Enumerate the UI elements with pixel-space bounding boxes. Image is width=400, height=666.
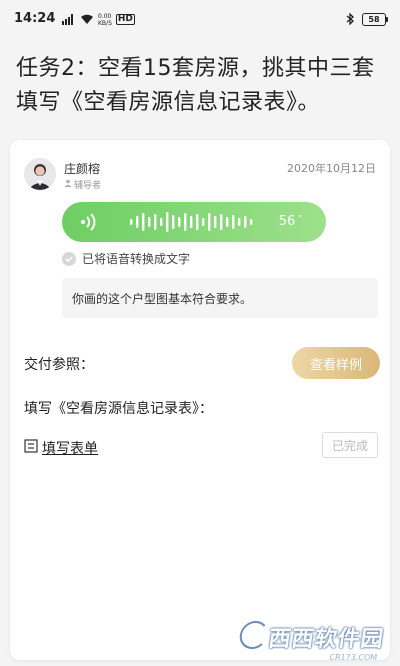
status-right-icons: 58 xyxy=(346,10,388,29)
watermark-logo-icon xyxy=(233,619,272,654)
message-date: 2020年10月12日 xyxy=(287,162,376,175)
task-card: 庄颜榕 辅导者 2020年10月12日 56 " 已将语音转换成文字 你画的这个… xyxy=(10,140,390,660)
converted-label: 已将语音转换成文字 xyxy=(82,252,191,266)
waveform-icon xyxy=(130,211,270,237)
bluetooth-icon xyxy=(346,10,354,29)
voice-duration-unit: " xyxy=(298,214,302,223)
hd-badge: HD xyxy=(115,14,135,25)
fill-form-link-label[interactable]: 填写表单 xyxy=(42,438,98,458)
converted-status: 已将语音转换成文字 xyxy=(62,250,190,267)
status-left-icons: 0.00 KB/S HD xyxy=(62,10,135,29)
speaker-icon xyxy=(80,212,98,236)
mentor-name: 庄颜榕 xyxy=(64,162,101,176)
completed-button[interactable]: 已完成 xyxy=(322,432,378,458)
voice-duration-value: 56 xyxy=(278,214,296,229)
mentor-role-label: 辅导者 xyxy=(74,181,102,191)
view-sample-button[interactable]: 查看样例 xyxy=(292,347,380,379)
signal-icon xyxy=(62,10,76,29)
voice-message[interactable]: 56 " xyxy=(62,202,326,242)
task-title: 任务2：空看15套房源，挑其中三套填写《空看房源信息记录表》。 xyxy=(16,56,375,115)
fill-form-label: 填写《空看房源信息记录表》： xyxy=(24,401,213,417)
fill-form-link[interactable]: 填写表单 xyxy=(24,438,98,458)
delivery-label: 交付参照： xyxy=(24,357,94,373)
check-icon xyxy=(62,251,76,266)
person-icon xyxy=(64,179,72,190)
battery-icon: 58 xyxy=(362,13,388,26)
network-speed-unit: KB/S xyxy=(98,19,112,27)
watermark: 西西软件园 CR173.COM xyxy=(233,619,387,662)
status-time: 14:24 xyxy=(14,11,56,26)
comment-box: 你画的这个户型图基本符合要求。 xyxy=(62,278,378,318)
network-speed-value: 0.00 xyxy=(98,12,112,20)
form-icon xyxy=(24,439,38,457)
watermark-text: 西西软件园 xyxy=(266,627,386,652)
avatar xyxy=(24,158,56,190)
network-speed: 0.00 KB/S xyxy=(98,13,112,27)
status-bar: 14:24 0.00 KB/S HD 58 xyxy=(0,0,400,38)
voice-duration: 56 " xyxy=(279,214,302,229)
wifi-icon xyxy=(80,10,94,29)
mentor-role: 辅导者 xyxy=(64,178,101,191)
watermark-sub: CR173.COM xyxy=(328,653,378,662)
comment-text: 你画的这个户型图基本符合要求。 xyxy=(72,292,253,306)
